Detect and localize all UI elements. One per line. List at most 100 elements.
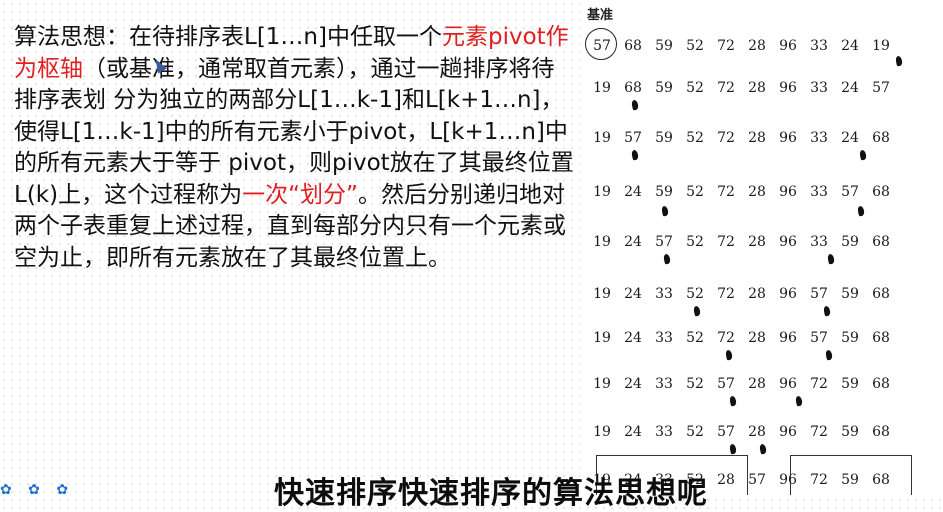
array-value: 28: [748, 80, 766, 96]
array-value: 68: [872, 376, 890, 392]
pointer-mark-icon: [631, 99, 639, 111]
array-value: 19: [593, 376, 611, 392]
array-value: 68: [872, 130, 890, 146]
array-value: 33: [810, 38, 828, 54]
array-value: 28: [748, 376, 766, 392]
sort-row: 19 24 33 52 72 28 96 57 59 68: [580, 330, 943, 350]
array-value: 59: [655, 38, 673, 54]
array-value: 72: [717, 38, 735, 54]
sort-row: 19 24 33 52 57 28 96 72 59 68: [580, 376, 943, 396]
description-highlight-partition: 一次“划分”: [242, 181, 358, 208]
sort-row: 19 68 59 52 72 28 96 33 24 57: [580, 80, 943, 100]
array-value: 52: [686, 376, 704, 392]
array-value: 33: [810, 130, 828, 146]
sort-row: 19 24 59 52 72 28 96 33 57 68: [580, 184, 943, 204]
array-value: 28: [748, 424, 766, 440]
array-value: 72: [717, 234, 735, 250]
description-text-1: 算法思想：在待排序表L[1…n]中任取一个: [14, 24, 442, 50]
array-value: 19: [593, 286, 611, 302]
array-value: 72: [717, 130, 735, 146]
array-value: 96: [779, 286, 797, 302]
partition-diagram: 基准 57 68 59 52 72 28 96 33 24 19 19 68 59 52 72 28 96 33 2…: [580, 0, 943, 498]
array-value: 28: [748, 184, 766, 200]
right-subtable-bracket: [790, 455, 912, 495]
array-value: 96: [779, 184, 797, 200]
array-value: 59: [841, 286, 859, 302]
pivot-base-label: 基准: [587, 8, 614, 23]
decorative-flowers-icon: ✿ ✿ ✿: [0, 482, 75, 498]
array-value: 68: [872, 184, 890, 200]
array-value: 72: [810, 424, 828, 440]
array-value: 59: [655, 130, 673, 146]
array-value: 57: [717, 424, 735, 440]
array-value: 59: [841, 234, 859, 250]
pointer-mark-icon: [823, 305, 831, 317]
array-value: 24: [841, 38, 859, 54]
sort-row: 19 24 57 52 72 28 96 33 59 68: [580, 234, 943, 254]
array-value: 33: [655, 286, 673, 302]
array-value: 19: [872, 38, 890, 54]
array-value: 96: [779, 80, 797, 96]
pointer-mark-icon: [825, 349, 833, 361]
array-value: 96: [779, 376, 797, 392]
array-value: 33: [655, 376, 673, 392]
array-value: 96: [779, 38, 797, 54]
array-value: 57: [872, 80, 890, 96]
video-subtitle: 快速排序快速排序的算法思想呢: [274, 476, 708, 511]
array-value: 52: [686, 130, 704, 146]
array-value: 28: [748, 130, 766, 146]
array-value: 33: [810, 184, 828, 200]
array-value: 52: [686, 286, 704, 302]
sort-row: 19 24 33 52 72 28 96 57 59 68: [580, 286, 943, 306]
array-value: 68: [872, 234, 890, 250]
array-value: 28: [748, 286, 766, 302]
array-value: 96: [779, 234, 797, 250]
array-value: 52: [686, 80, 704, 96]
array-value: 24: [624, 286, 642, 302]
array-value: 28: [748, 234, 766, 250]
array-value: 68: [624, 80, 642, 96]
array-value: 96: [779, 130, 797, 146]
array-value: 19: [593, 130, 611, 146]
pointer-mark-icon: [729, 443, 737, 455]
array-value: 72: [810, 376, 828, 392]
array-value: 24: [841, 80, 859, 96]
sort-row: 19 24 33 52 57 28 96 72 59 68: [580, 424, 943, 444]
array-value: 96: [779, 424, 797, 440]
array-value: 24: [624, 184, 642, 200]
array-value: 68: [872, 330, 890, 346]
array-value: 68: [872, 286, 890, 302]
array-value: 57: [717, 376, 735, 392]
array-value: 19: [593, 330, 611, 346]
array-value: 57: [624, 130, 642, 146]
array-value: 72: [717, 184, 735, 200]
array-value: 24: [624, 234, 642, 250]
pointer-mark-icon: [827, 253, 835, 265]
array-value: 24: [624, 376, 642, 392]
pointer-mark-icon: [795, 395, 803, 407]
array-value: 57: [655, 234, 673, 250]
array-value: 19: [593, 234, 611, 250]
array-value: 24: [841, 130, 859, 146]
array-value: 96: [779, 330, 797, 346]
array-value: 52: [686, 38, 704, 54]
array-value: 57: [593, 38, 611, 54]
array-value: 72: [717, 330, 735, 346]
pointer-mark-icon: [661, 205, 669, 217]
pointer-mark-icon: [729, 395, 737, 407]
array-value: 33: [655, 424, 673, 440]
array-value: 72: [717, 286, 735, 302]
algorithm-description: 算法思想：在待排序表L[1…n]中任取一个元素pivot作为枢轴（或基准，通常取…: [14, 22, 574, 274]
array-value: 52: [686, 234, 704, 250]
array-value: 59: [841, 424, 859, 440]
array-value: 59: [841, 376, 859, 392]
sort-row: 19 57 59 52 72 28 96 33 24 68: [580, 130, 943, 150]
pointer-mark-icon: [663, 253, 671, 265]
array-value: 33: [655, 330, 673, 346]
pointer-mark-icon: [759, 443, 767, 455]
array-value: 52: [686, 330, 704, 346]
sort-row: 57 68 59 52 72 28 96 33 24 19: [580, 38, 943, 58]
array-value: 68: [872, 424, 890, 440]
array-value: 59: [841, 330, 859, 346]
array-value: 52: [686, 424, 704, 440]
